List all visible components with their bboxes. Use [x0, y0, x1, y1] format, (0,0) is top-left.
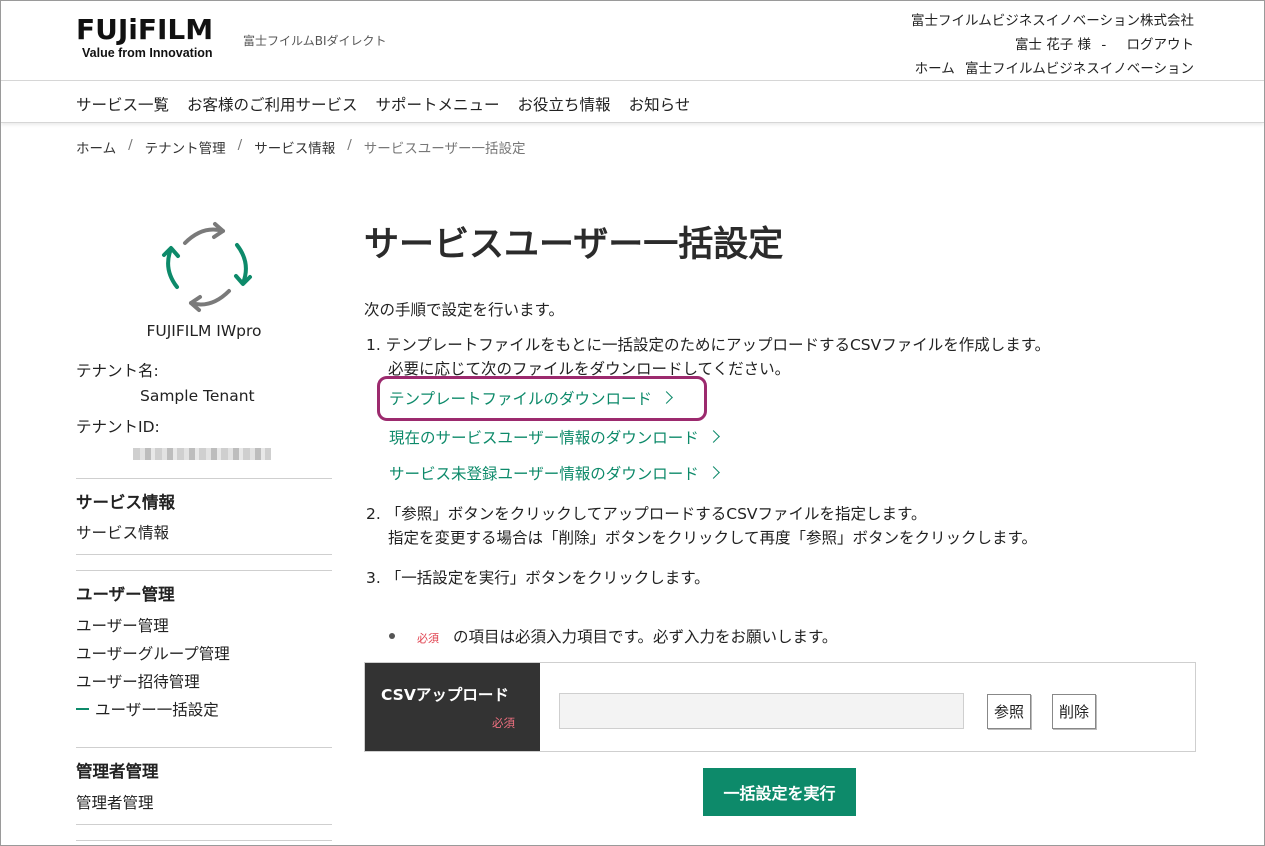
- logo-tagline: Value from Innovation: [82, 46, 213, 60]
- header: FUJiFILM Value from Innovation 富士フイルムBIダ…: [1, 1, 1264, 81]
- required-note: 必須 の項目は必須入力項目です。必ず入力をお願いします。: [389, 625, 837, 647]
- sidebar-divider: [76, 840, 332, 841]
- header-company-link[interactable]: 富士フイルムビジネスイノベーション: [965, 61, 1194, 77]
- main-content: サービスユーザー一括設定 次の手順で設定を行います。 1. テンプレートファイル…: [364, 216, 1196, 816]
- fujifilm-logo[interactable]: FUJiFILM Value from Innovation: [76, 13, 214, 61]
- required-badge: 必須: [417, 632, 439, 645]
- step-1: 1. テンプレートファイルをもとに一括設定のためにアップロードするCSVファイル…: [366, 333, 1050, 381]
- delete-button[interactable]: 削除: [1052, 694, 1097, 729]
- intro-text: 次の手順で設定を行います。: [364, 301, 564, 319]
- tenant-id-label: テナントID:: [76, 418, 160, 436]
- user-name: 富士 花子 様: [1014, 37, 1092, 53]
- nav-item-news[interactable]: お知らせ: [629, 93, 691, 115]
- csv-upload-form: CSVアップロード 必須 参照 削除: [364, 662, 1196, 752]
- unregistered-users-download-link[interactable]: サービス未登録ユーザー情報のダウンロード: [389, 462, 720, 484]
- app-name: FUJIFILM IWpro: [146, 322, 262, 340]
- csv-upload-label-cell: CSVアップロード 必須: [365, 663, 540, 751]
- sidebar-divider: [76, 554, 332, 555]
- tenant-name-value: Sample Tenant: [140, 387, 255, 405]
- chevron-right-icon: [706, 430, 720, 443]
- csv-file-input[interactable]: [559, 693, 964, 729]
- nav-item-useful-info[interactable]: お役立ち情報: [518, 93, 611, 115]
- step-1-text: 1. テンプレートファイルをもとに一括設定のためにアップロードするCSVファイル…: [366, 336, 1051, 354]
- sidebar-heading-service-info: サービス情報: [76, 493, 175, 512]
- sidebar-heading-admin-management: 管理者管理: [76, 762, 159, 781]
- browse-button[interactable]: 参照: [987, 694, 1032, 729]
- sidebar-divider: [76, 747, 332, 748]
- sidebar-divider: [76, 570, 332, 571]
- sidebar-item-user-invitation[interactable]: ユーザー招待管理: [76, 670, 200, 692]
- global-nav: サービス一覧 お客様のご利用サービス サポートメニュー お役立ち情報 お知らせ: [1, 81, 1264, 123]
- sidebar-item-user-management[interactable]: ユーザー管理: [76, 614, 169, 636]
- chevron-right-icon: [660, 391, 673, 404]
- site-name: 富士フイルムBIダイレクト: [243, 34, 387, 48]
- logo-wordmark: FUJiFILM: [76, 13, 214, 46]
- step-2: 2. 「参照」ボタンをクリックしてアップロードするCSVファイルを指定します。 …: [366, 502, 1037, 550]
- sidebar-divider: [76, 824, 332, 825]
- link-label: サービス未登録ユーザー情報のダウンロード: [389, 465, 699, 483]
- logout-link[interactable]: ログアウト: [1127, 37, 1195, 53]
- sidebar-item-label: ユーザー一括設定: [95, 701, 219, 719]
- breadcrumb-separator: /: [237, 137, 243, 153]
- company-name: 富士フイルムビジネスイノベーション株式会社: [911, 13, 1194, 29]
- header-user-area: 富士フイルムビジネスイノベーション株式会社 富士 花子 様 - ログアウト ホー…: [909, 9, 1194, 81]
- breadcrumb-home[interactable]: ホーム: [76, 137, 116, 157]
- sidebar-divider: [76, 478, 332, 479]
- header-home-link[interactable]: ホーム: [915, 61, 955, 77]
- step-2-subtext: 指定を変更する場合は「削除」ボタンをクリックして再度「参照」ボタンをクリックしま…: [388, 529, 1037, 547]
- chevron-right-icon: [706, 466, 720, 479]
- tenant-id-masked-value: [133, 448, 271, 460]
- step-3-text: 3. 「一括設定を実行」ボタンをクリックします。: [366, 569, 710, 587]
- breadcrumb-separator: /: [347, 137, 352, 153]
- required-badge: 必須: [492, 716, 515, 730]
- nav-item-support-menu[interactable]: サポートメニュー: [376, 93, 500, 115]
- bullet-icon: [389, 633, 395, 639]
- breadcrumb-tenant-management[interactable]: テナント管理: [145, 137, 226, 157]
- template-download-link[interactable]: テンプレートファイルのダウンロード: [389, 387, 673, 409]
- breadcrumb-service-info[interactable]: サービス情報: [254, 137, 335, 157]
- current-users-download-link[interactable]: 現在のサービスユーザー情報のダウンロード: [389, 426, 720, 448]
- csv-upload-label: CSVアップロード: [381, 686, 509, 704]
- cycle-arrows-icon: [162, 222, 252, 312]
- sidebar-item-user-bulk-settings[interactable]: ユーザー一括設定: [76, 698, 219, 720]
- required-note-text: の項目は必須入力項目です。必ず入力をお願いします。: [453, 628, 838, 646]
- nav-item-service-list[interactable]: サービス一覧: [76, 93, 169, 115]
- sidebar-item-service-info[interactable]: サービス情報: [76, 521, 169, 543]
- breadcrumb-separator: /: [128, 137, 133, 153]
- page-title: サービスユーザー一括設定: [364, 225, 784, 265]
- link-label: 現在のサービスユーザー情報のダウンロード: [389, 429, 699, 447]
- tenant-name-label: テナント名:: [76, 362, 159, 380]
- link-label: テンプレートファイルのダウンロード: [389, 390, 653, 408]
- step-2-text: 2. 「参照」ボタンをクリックしてアップロードするCSVファイルを指定します。: [366, 505, 927, 523]
- header-separator: -: [1101, 37, 1107, 53]
- execute-bulk-settings-button[interactable]: 一括設定を実行: [703, 768, 856, 816]
- sidebar-item-user-group-management[interactable]: ユーザーグループ管理: [76, 642, 230, 664]
- page: FUJiFILM Value from Innovation 富士フイルムBIダ…: [0, 0, 1265, 846]
- sidebar-heading-user-management: ユーザー管理: [76, 585, 175, 604]
- sidebar-item-admin-management[interactable]: 管理者管理: [76, 791, 154, 813]
- step-3: 3. 「一括設定を実行」ボタンをクリックします。: [366, 566, 710, 590]
- nav-item-customer-services[interactable]: お客様のご利用サービス: [187, 93, 358, 115]
- breadcrumb-current: サービスユーザー一括設定: [363, 141, 526, 157]
- breadcrumb: ホーム / テナント管理 / サービス情報 / サービスユーザー一括設定: [76, 137, 526, 157]
